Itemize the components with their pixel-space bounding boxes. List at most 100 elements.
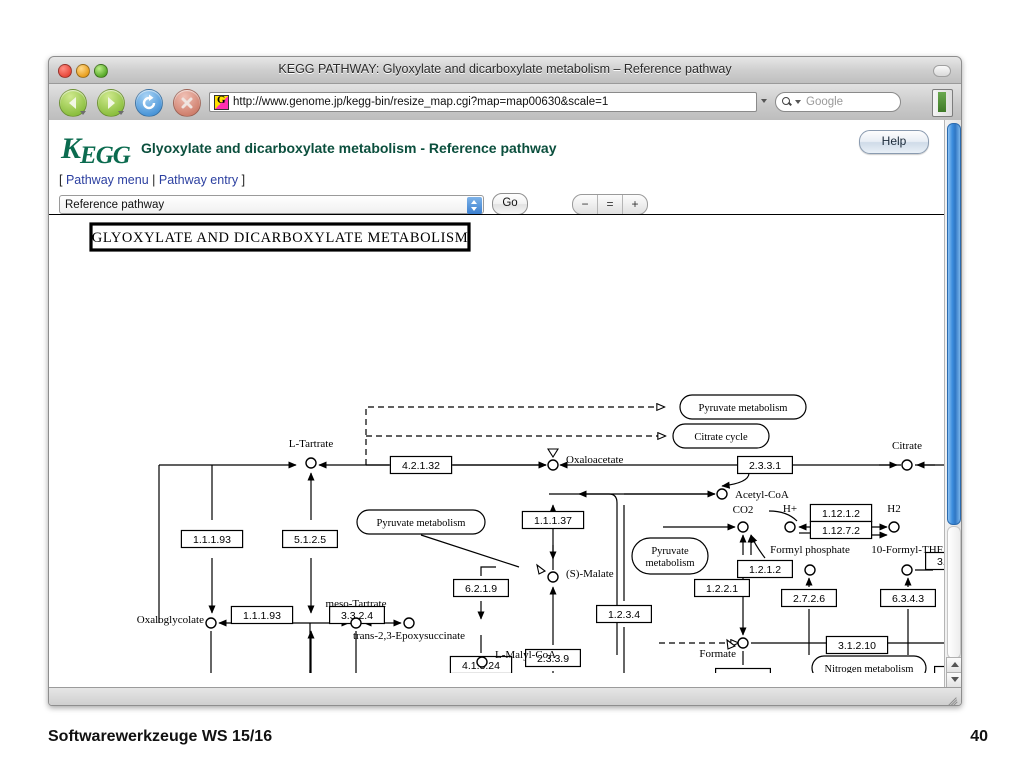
- enzyme-box[interactable]: 1.1.1.93: [180, 529, 244, 549]
- pathway-entry-link[interactable]: Pathway entry: [159, 173, 238, 187]
- enzyme-ec-label: 4.1.1.2: [727, 672, 759, 673]
- stop-button[interactable]: [173, 89, 201, 117]
- search-icon: [782, 96, 793, 108]
- scroll-up-arrow-icon[interactable]: [946, 657, 961, 673]
- map-link-box[interactable]: Pyruvate metabolism: [356, 509, 486, 535]
- enzyme-ec-label: 3.5.4.9: [937, 556, 944, 568]
- enzyme-box[interactable]: 6.3.4.3: [879, 588, 936, 608]
- help-button[interactable]: Help: [859, 130, 929, 154]
- compound-node[interactable]: Formate: [699, 637, 749, 660]
- enzyme-box[interactable]: 6.2.1.9: [453, 578, 510, 598]
- compound-node[interactable]: Acetyl-CoA: [716, 488, 789, 501]
- compound-node[interactable]: CO2: [733, 504, 754, 533]
- vertical-scrollbar-thumb[interactable]: [947, 123, 961, 525]
- enzyme-ec-label: 1.2.1.2: [749, 564, 781, 576]
- enzyme-box[interactable]: 1.1.1.93: [230, 605, 294, 625]
- kegg-logo[interactable]: KEGG: [61, 132, 133, 169]
- zoom-in-button[interactable]: +: [623, 195, 647, 214]
- url-dropdown-caret[interactable]: [761, 99, 767, 103]
- enzyme-box[interactable]: 4.1.1.8: [933, 665, 944, 674]
- browser-window: KEGG PATHWAY: Glyoxylate and dicarboxyla…: [48, 56, 962, 706]
- url-input[interactable]: http://www.genome.jp/kegg-bin/resize_map…: [209, 92, 757, 112]
- enzyme-box[interactable]: 2.7.2.6: [780, 588, 837, 608]
- reload-icon: [142, 94, 156, 110]
- select-stepper-icon[interactable]: [467, 196, 482, 214]
- chevron-down-icon[interactable]: [795, 100, 801, 104]
- zoom-reset-button[interactable]: =: [598, 194, 623, 214]
- site-favicon-icon: [214, 94, 229, 110]
- compound-label: L-Tartrate: [289, 438, 334, 450]
- enzyme-ec-label: 1.12.1.2: [822, 508, 860, 520]
- enzyme-ec-label: 6.3.4.3: [892, 593, 924, 605]
- compound-label: Formate: [699, 648, 736, 660]
- enzyme-ec-label: 1.2.2.1: [706, 583, 738, 595]
- map-link-box[interactable]: Nitrogen metabolism: [811, 655, 927, 673]
- map-link-box[interactable]: Citrate cycle: [672, 423, 770, 449]
- compound-label: trans-2,3-Epoxysuccinate: [353, 630, 465, 642]
- browser-toolbar: http://www.genome.jp/kegg-bin/resize_map…: [49, 84, 961, 121]
- map-link-label: Citrate cycle: [694, 432, 748, 443]
- map-link-box[interactable]: Pyruvate metabolism: [679, 394, 807, 420]
- enzyme-box[interactable]: 2.3.3.1: [736, 455, 793, 475]
- compound-label: meso-Tartrate: [326, 598, 387, 610]
- forward-history-caret[interactable]: [118, 111, 124, 115]
- window-title-bar[interactable]: KEGG PATHWAY: Glyoxylate and dicarboxyla…: [49, 57, 961, 84]
- map-link-label: Pyruvate: [651, 546, 689, 557]
- bracket-close: ]: [241, 173, 246, 187]
- enzyme-ec-label: 1.1.1.93: [193, 534, 231, 546]
- compound-label: CO2: [733, 504, 754, 516]
- map-link-label: Pyruvate metabolism: [377, 518, 466, 529]
- map-link-label: Pyruvate metabolism: [699, 403, 788, 414]
- map-link-label: Nitrogen metabolism: [825, 664, 914, 673]
- search-input[interactable]: Google: [775, 92, 901, 112]
- window-collapse-button[interactable]: [933, 65, 951, 77]
- forward-arrow-icon: [108, 97, 115, 109]
- zoom-out-button[interactable]: −: [573, 194, 598, 214]
- map-link-label: metabolism: [646, 558, 695, 569]
- enzyme-box[interactable]: 4.2.1.32: [389, 455, 453, 475]
- resize-grip[interactable]: [947, 692, 959, 705]
- compound-node[interactable]: L-Tartrate: [289, 438, 334, 469]
- enzyme-ec-label: 2.3.3.1: [749, 460, 781, 472]
- pathway-select[interactable]: Reference pathway: [59, 194, 484, 214]
- enzyme-ec-label: 4.2.1.32: [402, 460, 440, 472]
- enzyme-box[interactable]: 1.12.7.2: [809, 520, 873, 540]
- enzyme-boxes[interactable]: 4.2.1.32 2.3.3.1 1.1.1.93 5.1.2.5 1.1.1.37 1.…: [180, 455, 944, 674]
- compound-label: Oxaloacetate: [566, 454, 624, 466]
- compound-node[interactable]: H+: [783, 503, 797, 533]
- page-title: Glyoxylate and dicarboxylate metabolism …: [141, 140, 557, 156]
- pathway-map-area[interactable]: GLYOXYLATE AND DICARBOXYLATE METABOLISM: [49, 215, 944, 673]
- map-link-box[interactable]: Pyruvatemetabolism: [631, 537, 709, 575]
- enzyme-box[interactable]: 1.2.1.2: [736, 559, 793, 579]
- bookmark-icon[interactable]: [932, 89, 953, 117]
- back-history-caret[interactable]: [80, 111, 86, 115]
- compound-node[interactable]: Oxaloacetate: [547, 448, 624, 471]
- enzyme-box[interactable]: 1.2.3.4: [595, 604, 652, 624]
- map-title-text: GLYOXYLATE AND DICARBOXYLATE METABOLISM: [92, 230, 468, 246]
- enzyme-ec-label: 5.1.2.5: [294, 534, 326, 546]
- compound-node[interactable]: H2: [887, 503, 901, 533]
- compound-node[interactable]: Oxaloglycolate: [137, 614, 217, 629]
- compound-label: Formyl phosphate: [770, 544, 850, 556]
- enzyme-box[interactable]: 1.1.1.37: [521, 510, 585, 530]
- vertical-scrollbar-track[interactable]: [947, 526, 961, 659]
- compound-nodes[interactable]: L-Tartrate Oxaloacetate Citrate Acetyl-CoA C…: [137, 438, 944, 673]
- enzyme-box[interactable]: 3.1.2.10: [825, 635, 889, 655]
- go-button[interactable]: Go: [492, 193, 528, 215]
- scroll-down-arrow-icon[interactable]: [946, 672, 961, 688]
- reload-button[interactable]: [135, 89, 163, 117]
- enzyme-box[interactable]: 1.12.1.2: [809, 503, 873, 523]
- enzyme-ec-label: 6.2.1.9: [465, 583, 497, 595]
- enzyme-box[interactable]: 4.1.1.2: [714, 667, 771, 674]
- zoom-control-group: − = +: [572, 193, 648, 215]
- vertical-scrollbar[interactable]: [944, 120, 961, 689]
- pathway-menu-link[interactable]: Pathway menu: [66, 173, 149, 187]
- enzyme-box[interactable]: 1.2.2.1: [693, 578, 750, 598]
- close-icon: [181, 97, 193, 109]
- pathway-select-value: Reference pathway: [65, 198, 165, 211]
- pathway-map-svg[interactable]: GLYOXYLATE AND DICARBOXYLATE METABOLISM: [49, 215, 944, 673]
- compound-node[interactable]: (S)-Malate: [536, 563, 614, 583]
- map-title: GLYOXYLATE AND DICARBOXYLATE METABOLISM: [89, 222, 471, 252]
- enzyme-box[interactable]: 5.1.2.5: [282, 529, 339, 549]
- slide-number: 40: [970, 728, 988, 745]
